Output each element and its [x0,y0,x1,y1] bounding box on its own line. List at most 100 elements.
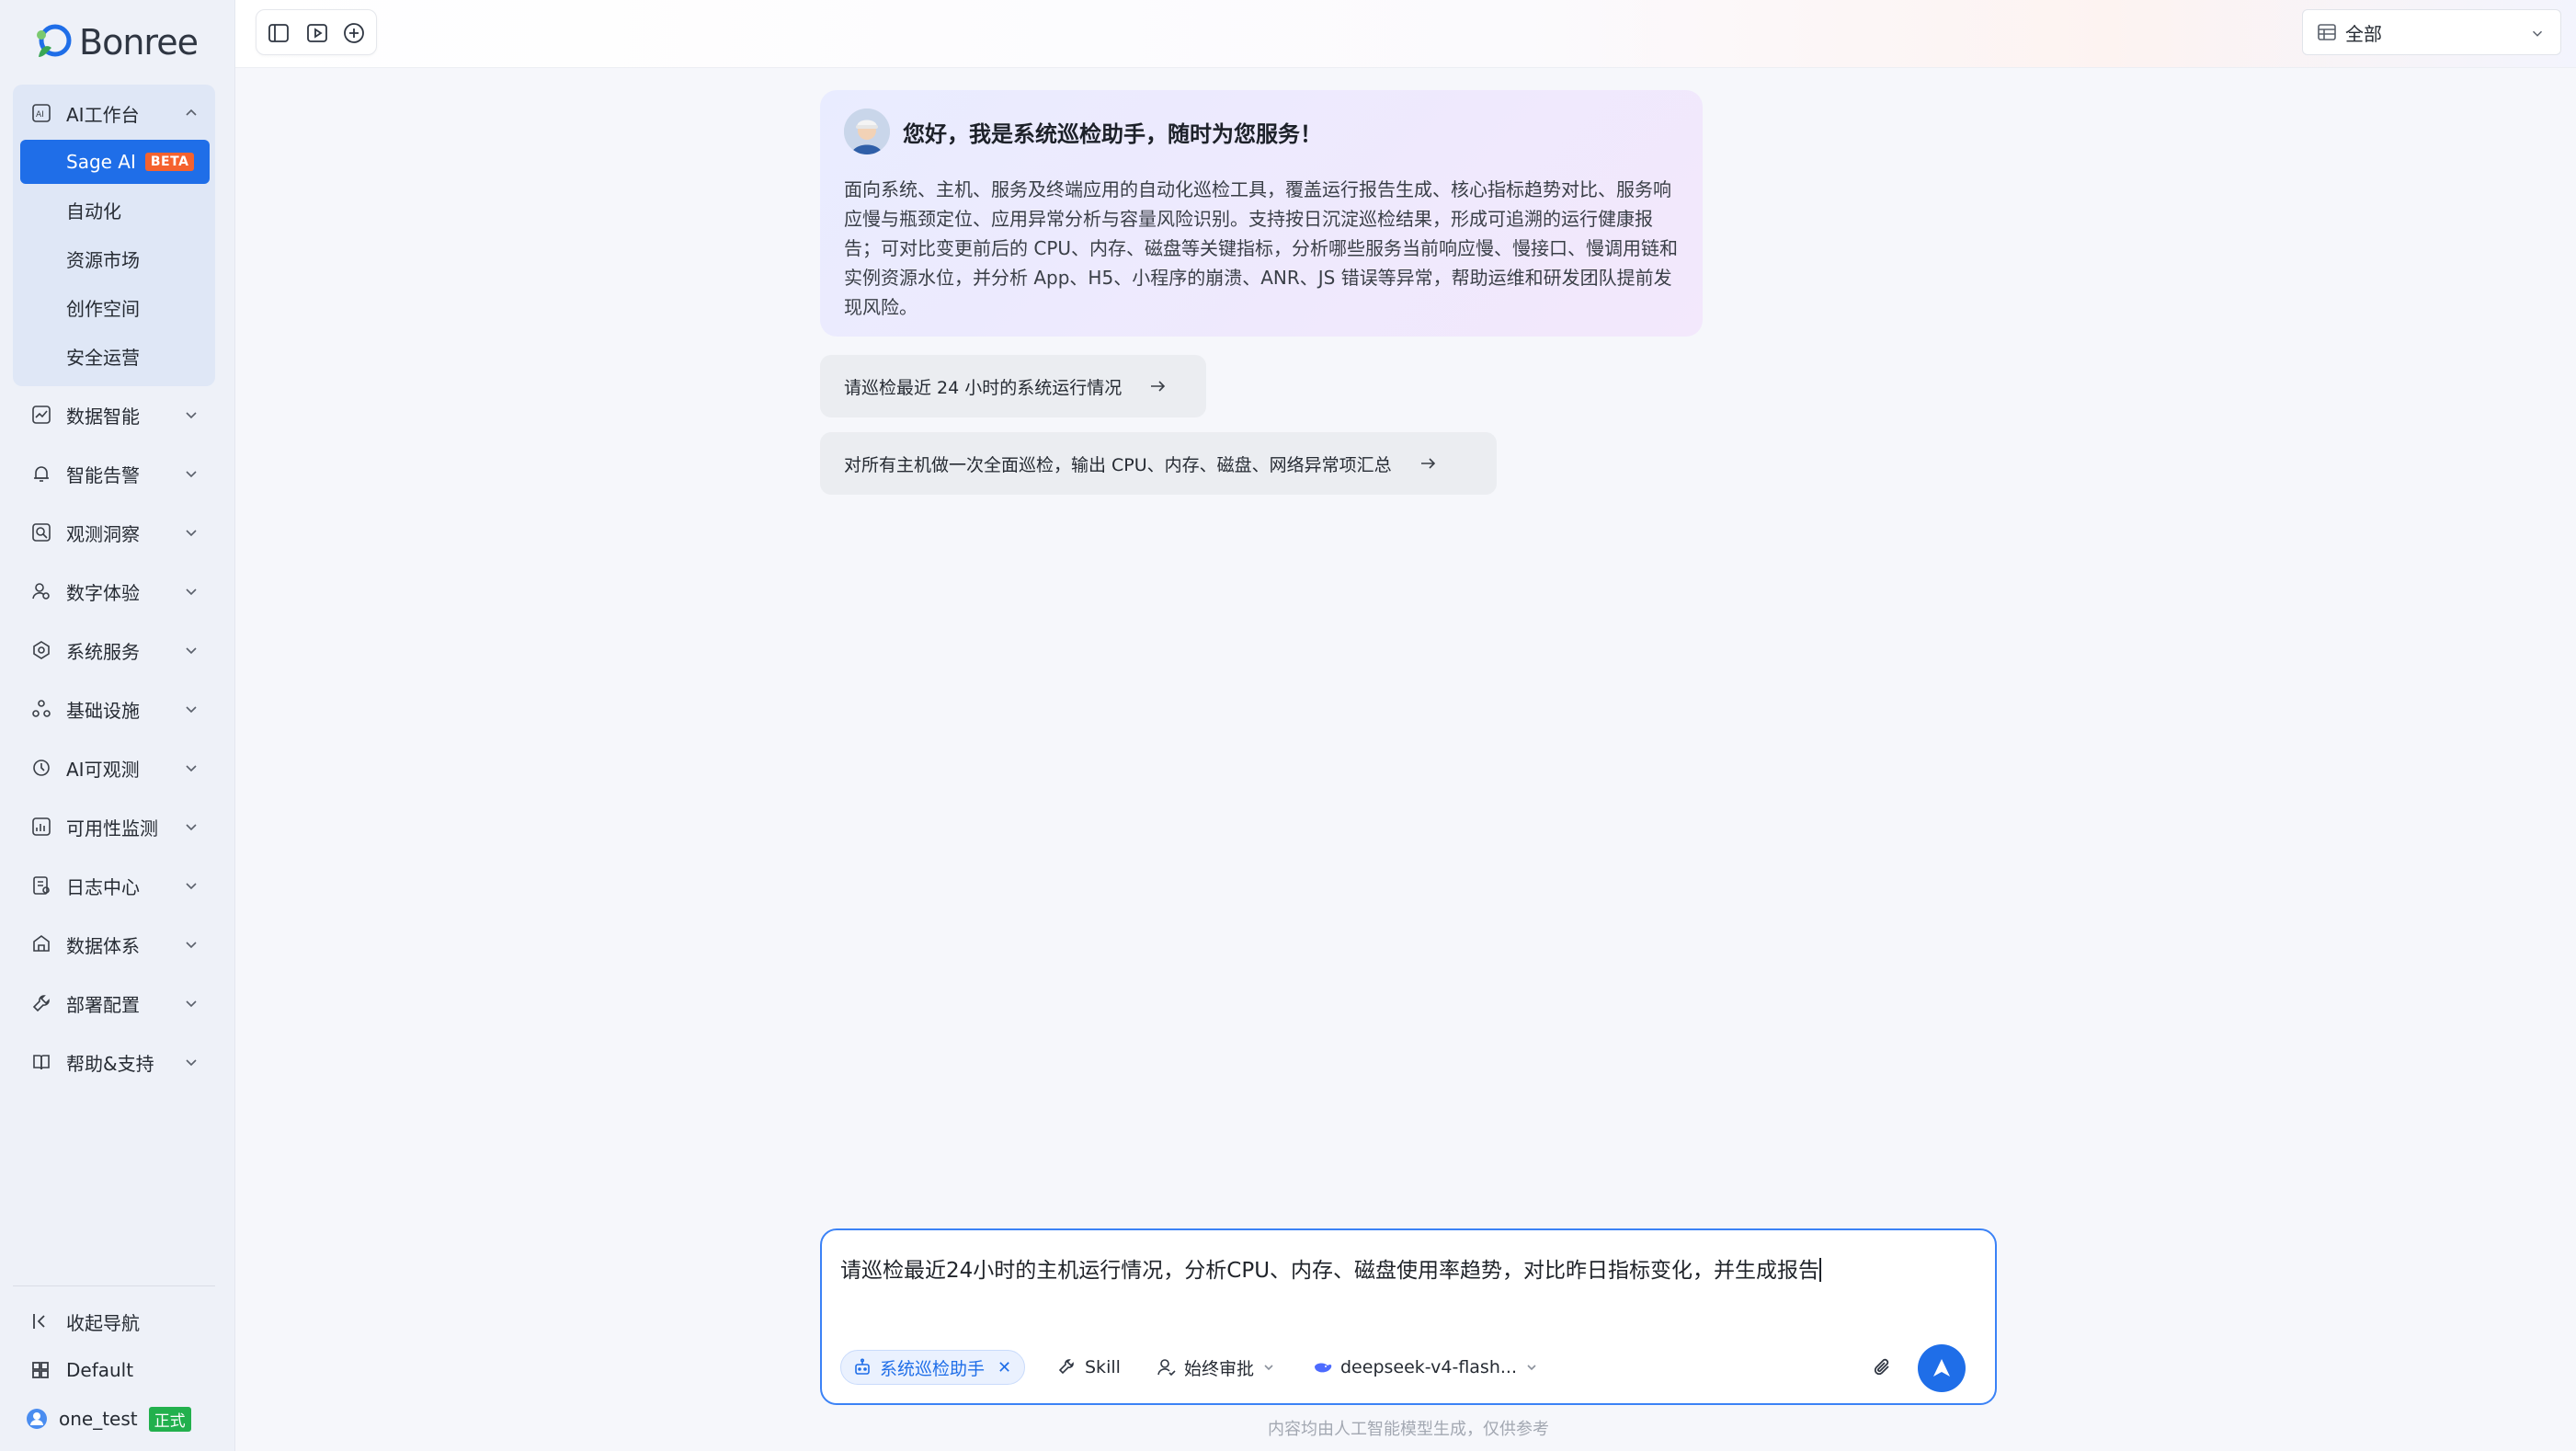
grid-icon [32,1362,49,1378]
skill-label: Skill [1085,1357,1121,1377]
scope-select[interactable]: 全部 [2302,9,2561,55]
deepseek-whale-icon [1315,1363,1332,1373]
topbar: 全部 [235,0,2576,68]
user-env-tag: 正式 [148,1406,191,1432]
text-caret [1819,1258,1822,1282]
chevron-down-icon [186,765,197,772]
sidebar-subitem-creation-space[interactable]: 创作空间 [20,285,210,329]
sidebar-subitem-resource-market[interactable]: 资源市场 [20,236,210,280]
agent-chip-label: 系统巡检助手 [880,1358,986,1379]
sidebar-item-label: 数据智能 [66,405,140,428]
chevron-down-icon [186,1059,197,1067]
arrow-right-icon [1420,458,1435,469]
chart-line-icon [32,406,51,424]
skill-button[interactable]: Skill [1057,1350,1121,1385]
assistant-avatar [844,109,890,154]
assistant-avatar-icon [844,109,890,154]
suggestion-button[interactable]: 对所有主机做一次全面巡检，输出 CPU、内存、磁盘、网络异常项汇总 [820,432,1497,495]
sidebar-item-label: AI工作台 [66,103,140,126]
suggestion-button[interactable]: 请巡检最近 24 小时的系统运行情况 [820,355,1206,417]
scope-select-value: 全部 [2345,22,2382,45]
beta-badge: BETA [144,153,195,171]
workspace-label: Default [66,1359,134,1381]
sidebar-subitem-security-ops[interactable]: 安全运营 [20,334,210,378]
sidebar-item-label: AI可观测 [66,758,140,781]
sidebar-item-ai-workbench[interactable]: AI AI工作台 [0,89,235,137]
log-icon [33,876,50,895]
workspace-switcher[interactable]: Default [29,1352,133,1388]
sidebar-subitem-label: 自动化 [66,200,121,223]
chevron-down-icon [186,942,197,949]
welcome-title: 您好，我是系统巡检助手，随时为您服务！ [903,121,1322,147]
wrench-icon [32,995,50,1012]
sidebar-item-ai-observability[interactable]: AI可观测 [0,744,235,792]
sidebar-subitem-label: Sage AI [66,151,136,173]
approval-select[interactable]: 始终审批 [1157,1350,1276,1385]
book-icon [33,1055,50,1070]
sidebar-item-availability[interactable]: 可用性监测 [0,803,235,851]
sidebar-item-digital-experience[interactable]: 数字体验 [0,567,235,615]
sidebar-item-observe-insight[interactable]: 观测洞察 [0,508,235,556]
chevron-down-icon [186,824,197,831]
magnify-icon [32,523,51,542]
sidebar-item-label: 帮助&支持 [66,1052,154,1075]
sidebar-item-label: 数据体系 [66,934,140,957]
sidebar-item-help-support[interactable]: 帮助&支持 [0,1038,235,1086]
sidebar: Bonree AI AI工作台 Sage AI BETA 自动化 资源市场 创作… [0,0,235,1451]
ai-observe-icon [33,760,50,776]
sidebar-item-label: 智能告警 [66,463,140,486]
sidebar-subitem-label: 安全运营 [66,346,140,369]
agent-chip[interactable]: 系统巡检助手 ✕ [840,1350,1026,1385]
alarm-icon [34,466,49,482]
welcome-card: 您好，我是系统巡检助手，随时为您服务！ 面向系统、主机、服务及终端应用的自动化巡… [820,90,1703,337]
send-button[interactable] [1918,1344,1966,1392]
sidebar-subitem-automation[interactable]: 自动化 [20,188,210,232]
chevron-down-icon [186,588,197,596]
sidebar-toggle-icon[interactable] [266,20,291,46]
close-icon[interactable]: ✕ [997,1358,1011,1377]
table-icon [2318,24,2336,40]
collapse-nav-label: 收起导航 [66,1311,140,1334]
chevron-down-icon [186,647,197,655]
new-chat-icon[interactable] [341,20,367,46]
sidebar-item-deploy-config[interactable]: 部署配置 [0,979,235,1027]
sidebar-item-system-service[interactable]: 系统服务 [0,626,235,674]
user-profile[interactable]: one_test 正式 [26,1400,191,1437]
chevron-down-icon [186,883,197,890]
sidebar-item-smart-alarm[interactable]: 智能告警 [0,450,235,497]
brand-logo[interactable]: Bonree [31,18,199,66]
model-label: deepseek-v4-flash... [1340,1357,1517,1377]
sidebar-item-log-center[interactable]: 日志中心 [0,862,235,909]
collapse-nav-button[interactable]: 收起导航 [29,1303,140,1340]
paperclip-icon[interactable] [1870,1355,1896,1381]
brand-name: Bonree [79,22,199,63]
sidebar-item-label: 部署配置 [66,993,140,1016]
sidebar-item-infrastructure[interactable]: 基础设施 [0,685,235,733]
model-select[interactable]: deepseek-v4-flash... [1313,1350,1539,1385]
suggestion-text: 对所有主机做一次全面巡检，输出 CPU、内存、磁盘、网络异常项汇总 [844,454,1392,475]
sidebar-item-data-intelligence[interactable]: 数据智能 [0,391,235,439]
sidebar-item-label: 基础设施 [66,699,140,722]
sidebar-item-label: 系统服务 [66,640,140,663]
svg-text:AI: AI [36,110,44,120]
play-icon[interactable] [304,20,330,46]
chat-composer[interactable]: 请巡检最近24小时的主机运行情况，分析CPU、内存、磁盘使用率趋势，对比昨日指标… [820,1228,1997,1405]
sidebar-item-label: 观测洞察 [66,522,140,545]
sidebar-item-data-system[interactable]: 数据体系 [0,920,235,968]
user-experience-icon [32,583,50,600]
ai-disclaimer: 内容均由人工智能模型生成，仅供参考 [1268,1420,1549,1439]
chevron-down-icon [1264,1365,1273,1371]
message-input[interactable]: 请巡检最近24小时的主机运行情况，分析CPU、内存、磁盘使用率趋势，对比昨日指标… [840,1252,1822,1284]
collapse-left-icon [33,1314,45,1329]
chevron-up-icon [186,109,197,116]
chevron-down-icon [2532,30,2543,37]
sidebar-subitem-sage-ai[interactable]: Sage AI BETA [20,140,210,184]
availability-icon [32,817,51,836]
sidebar-subitem-label: 创作空间 [66,297,140,320]
toolbar-group [256,9,377,55]
ai-workbench-icon: AI [32,104,51,122]
robot-icon [855,1358,870,1375]
user-name: one_test [59,1408,138,1430]
message-input-value: 请巡检最近24小时的主机运行情况，分析CPU、内存、磁盘使用率趋势，对比昨日指标… [840,1259,1820,1283]
service-icon [33,641,50,659]
